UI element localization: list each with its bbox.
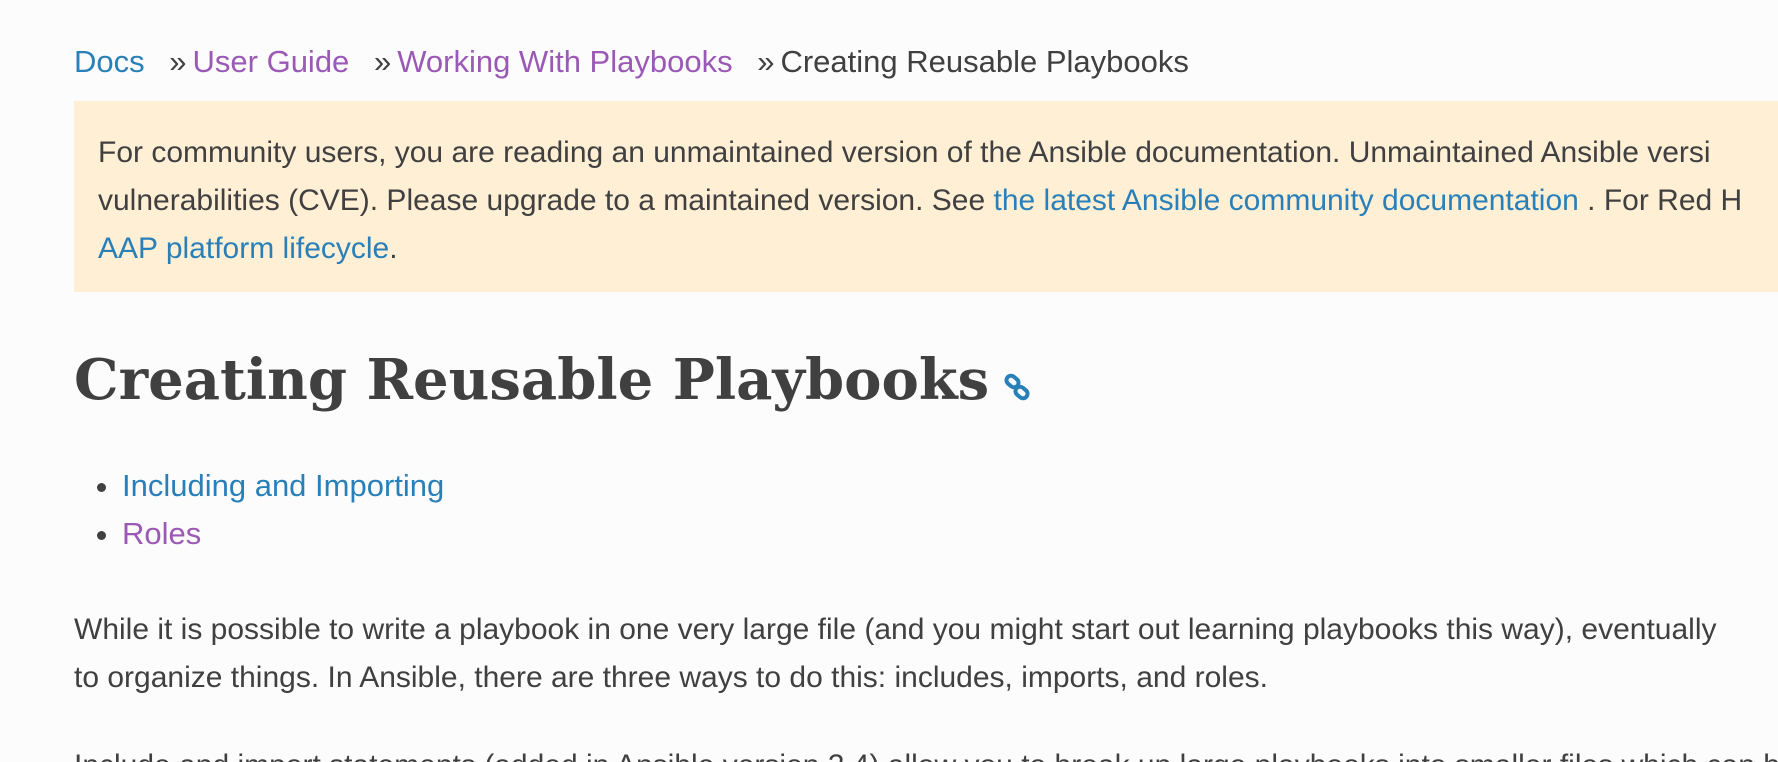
page-title: Creating Reusable Playbooks	[74, 344, 1031, 416]
breadcrumb-separator: »	[169, 44, 187, 79]
breadcrumb: Docs » User Guide » Working With Playbooks…	[74, 42, 1189, 82]
intro-line-1: While it is possible to write a playbook…	[74, 613, 1717, 646]
main-content: Docs » User Guide » Working With Playbooks…	[74, 0, 1778, 762]
page-title-text: Creating Reusable Playbooks	[74, 347, 990, 413]
notice-line-1: For community users, you are reading an …	[98, 136, 1711, 169]
link-icon-svg	[1004, 373, 1030, 401]
next-paragraph: Include and import statements (added in …	[74, 742, 1778, 762]
breadcrumb-current: Creating Reusable Playbooks	[780, 44, 1189, 79]
toc-link-roles[interactable]: Roles	[122, 516, 201, 551]
breadcrumb-separator: »	[757, 44, 775, 79]
breadcrumb-working-with-playbooks-link[interactable]: Working With Playbooks	[397, 44, 732, 79]
latest-community-docs-link[interactable]: the latest Ansible community documentati…	[994, 184, 1579, 217]
breadcrumb-separator: »	[373, 44, 392, 79]
aap-platform-lifecycle-link[interactable]: AAP platform lifecycle	[98, 232, 389, 265]
notice-line-3-suffix: .	[389, 232, 398, 265]
notice-line-2-suffix: . For Red H	[1578, 184, 1743, 217]
table-of-contents: Including and Importing Roles	[74, 462, 444, 558]
toc-item: Including and Importing	[122, 462, 444, 510]
notice-line-2: vulnerabilities (CVE). Please upgrade to…	[98, 177, 1778, 225]
notice-line-3: AAP platform lifecycle.	[98, 225, 1778, 273]
toc-item: Roles	[122, 510, 444, 558]
toc-link-including-and-importing[interactable]: Including and Importing	[122, 468, 444, 503]
unmaintained-version-notice: For community users, you are reading an …	[74, 101, 1778, 292]
notice-line-2-text: vulnerabilities (CVE). Please upgrade to…	[98, 184, 994, 217]
intro-line-2: to organize things. In Ansible, there ar…	[74, 661, 1268, 694]
intro-paragraph: While it is possible to write a playbook…	[74, 606, 1717, 702]
link-icon[interactable]	[1003, 346, 1031, 401]
breadcrumb-docs-link[interactable]: Docs	[74, 44, 145, 79]
breadcrumb-user-guide-link[interactable]: User Guide	[193, 44, 350, 79]
